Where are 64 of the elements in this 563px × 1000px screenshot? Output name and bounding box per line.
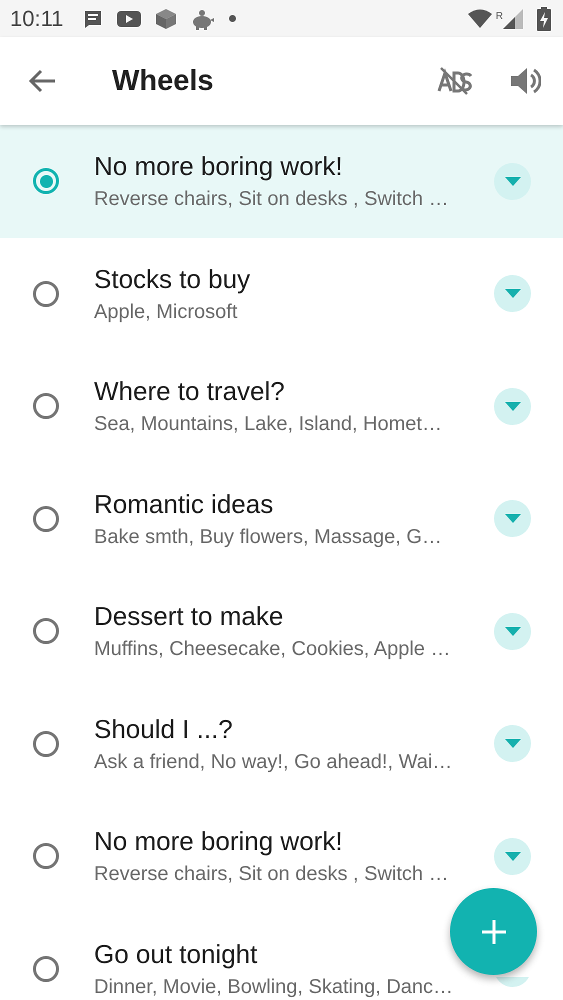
remove-ads-button[interactable] — [437, 67, 473, 95]
dot-icon — [229, 15, 236, 22]
expand-button[interactable] — [494, 838, 531, 875]
wheel-title: Where to travel? — [94, 376, 286, 408]
caret-icon — [504, 739, 520, 748]
expand-button[interactable] — [494, 388, 531, 425]
back-button[interactable] — [28, 69, 56, 93]
wheel-options: Reverse chairs, Sit on desks , Switch … — [94, 188, 494, 212]
radio-button[interactable] — [33, 956, 59, 982]
signal-icon — [503, 8, 523, 28]
wheel-title: No more boring work! — [94, 826, 344, 858]
expand-button[interactable] — [494, 500, 531, 538]
wheel-options: Apple, Microsoft — [94, 300, 494, 324]
caret-icon — [504, 852, 520, 861]
roaming-indicator: R — [496, 10, 503, 22]
radio-button[interactable] — [33, 393, 59, 420]
piggy-bank-icon — [191, 8, 216, 30]
wheel-options: Bake smth, Buy flowers, Massage, G… — [94, 526, 494, 549]
add-button[interactable] — [450, 888, 537, 975]
cube-icon — [155, 8, 178, 30]
caret-icon — [504, 176, 520, 186]
radio-button[interactable] — [33, 843, 59, 870]
caret-icon — [504, 289, 520, 298]
wheel-options: Muffins, Cheesecake, Cookies, Apple … — [94, 638, 494, 662]
wheel-list-item[interactable]: Where to travel? Sea, Mountains, Lake, Island, Homet… — [0, 350, 563, 462]
screen-title: Wheels — [112, 64, 215, 98]
battery-icon — [537, 6, 551, 30]
caret-icon — [504, 626, 520, 636]
radio-button[interactable] — [33, 280, 59, 307]
wheel-options: Ask a friend, No way!, Go ahead!, Wai… — [94, 750, 494, 774]
caret-icon — [504, 402, 520, 411]
wheel-list-item[interactable]: Stocks to buy Apple, Microsoft — [0, 238, 563, 350]
wheel-title: Stocks to buy — [94, 264, 252, 295]
caret-icon — [504, 514, 520, 524]
sound-button[interactable] — [511, 67, 541, 95]
wheel-title: Romantic ideas — [94, 488, 274, 520]
no-ads-icon — [437, 67, 473, 95]
wifi-icon — [468, 8, 492, 28]
wheel-list-item[interactable]: No more boring work! Reverse chairs, Sit on desks , Switch … — [0, 800, 563, 912]
wheel-list-item[interactable]: No more boring work! Reverse chairs, Sit on desks , Switch … — [0, 125, 563, 238]
expand-button[interactable] — [494, 275, 531, 312]
wheel-list-item[interactable]: Dessert to make Muffins, Cheesecake, Cookies, Apple … — [0, 575, 563, 688]
wheel-list-item[interactable]: Romantic ideas Bake smth, Buy flowers, Massage, G… — [0, 462, 563, 575]
wheel-list-item[interactable]: Should I ...? Ask a friend, No way!, Go ahead!, Wai… — [0, 688, 563, 800]
expand-button[interactable] — [494, 162, 531, 200]
wheel-options: Dinner, Movie, Bowling, Skating, Danc… — [94, 976, 494, 999]
radio-button[interactable] — [33, 506, 59, 532]
plus-icon — [482, 920, 506, 944]
expand-button[interactable] — [494, 612, 531, 650]
play-icon — [117, 10, 142, 28]
expand-button[interactable] — [494, 725, 531, 762]
clock: 10:11 — [10, 6, 64, 32]
back-arrow-icon — [28, 69, 56, 93]
radio-button[interactable] — [33, 618, 59, 644]
wheel-title: No more boring work! — [94, 151, 344, 182]
wheel-options: Reverse chairs, Sit on desks , Switch … — [94, 863, 494, 886]
wheel-title: Should I ...? — [94, 714, 234, 745]
speaker-icon — [511, 67, 541, 95]
wheel-title: Dessert to make — [94, 601, 284, 632]
radio-button[interactable] — [33, 730, 59, 757]
message-icon — [83, 10, 104, 28]
wheel-options: Sea, Mountains, Lake, Island, Homet… — [94, 413, 494, 436]
radio-button[interactable] — [33, 168, 59, 194]
wheel-title: Go out tonight — [94, 938, 258, 970]
